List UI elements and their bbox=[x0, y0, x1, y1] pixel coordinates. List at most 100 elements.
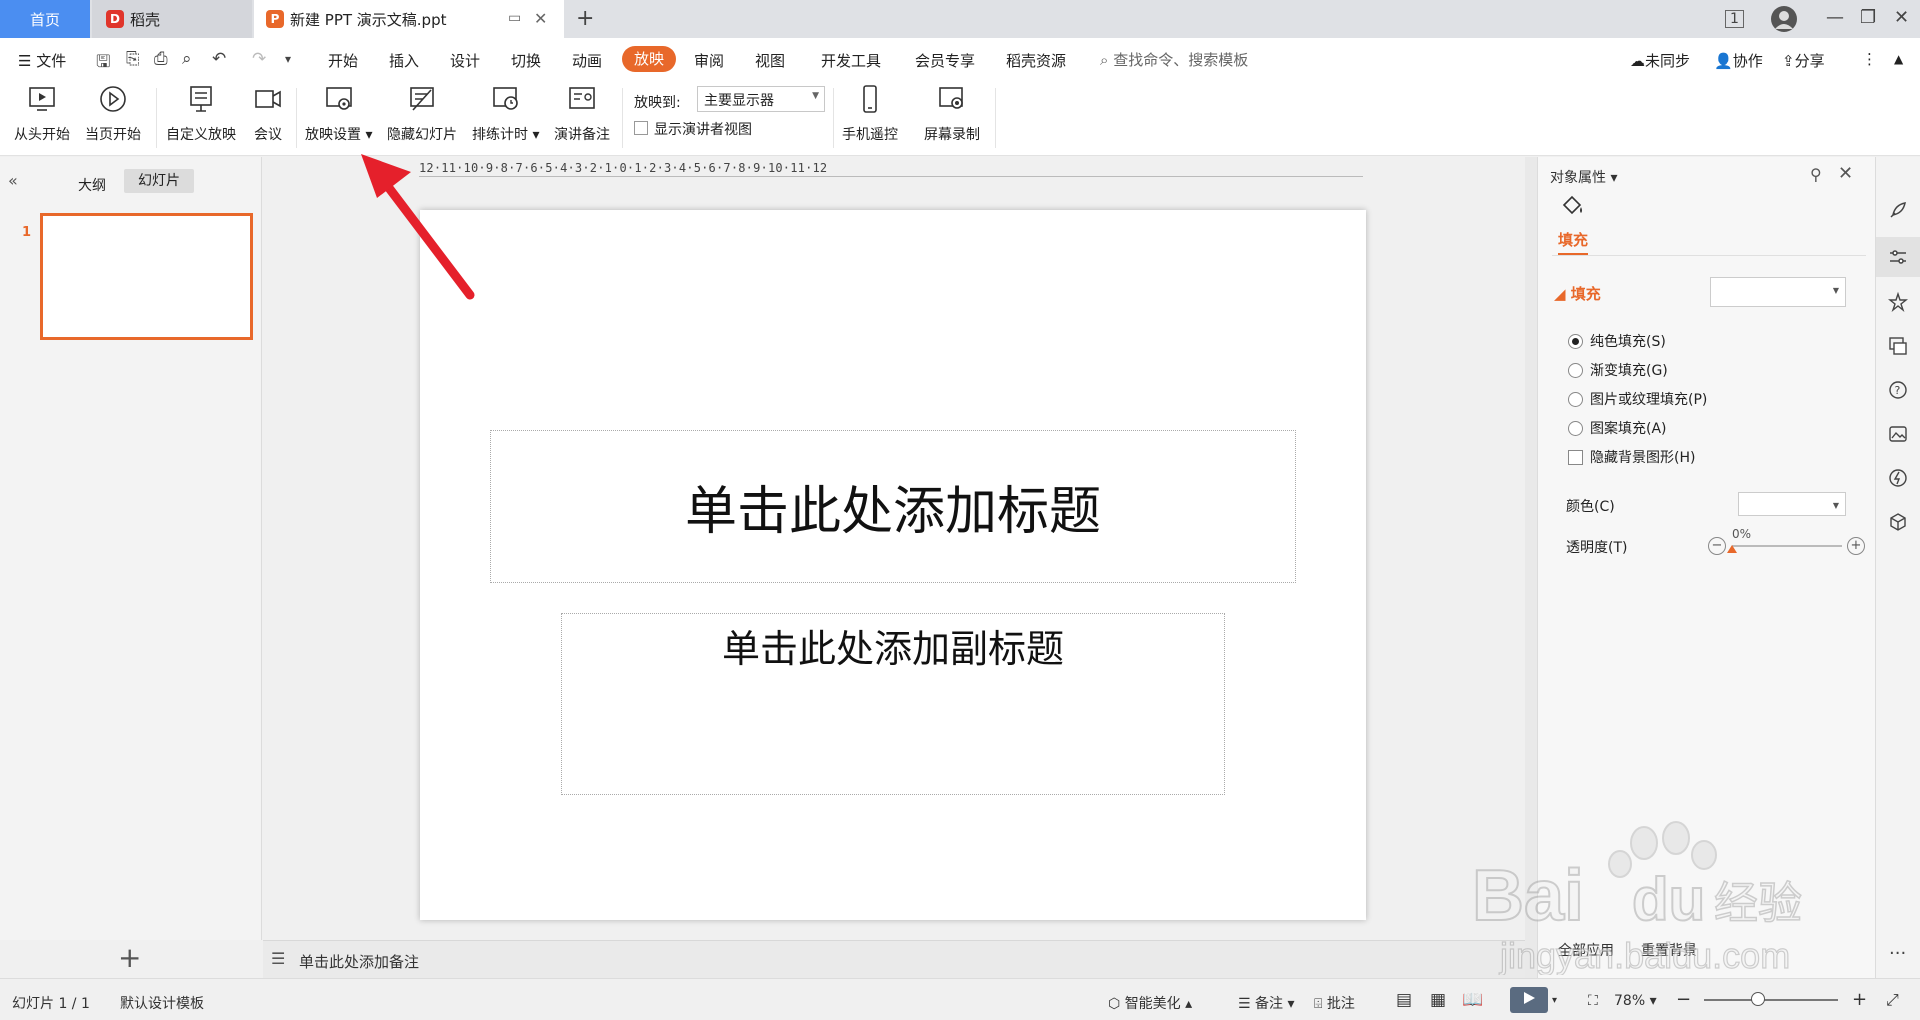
file-menu[interactable]: ☰ 文件 bbox=[18, 50, 66, 71]
speaker-notes-button[interactable]: 演讲备注 bbox=[554, 84, 610, 144]
phone-remote-button[interactable]: 手机遥控 bbox=[842, 84, 898, 144]
zoom-slider[interactable] bbox=[1704, 999, 1838, 1001]
title-placeholder[interactable]: 单击此处添加标题 bbox=[490, 430, 1296, 583]
reading-view-icon[interactable]: 📖 bbox=[1462, 990, 1483, 1010]
menu-review[interactable]: 审阅 bbox=[694, 50, 724, 71]
tab-daoke[interactable]: D 稻壳 bbox=[92, 0, 252, 38]
zoom-out-button[interactable]: − bbox=[1676, 989, 1691, 1010]
template-name[interactable]: 默认设计模板 bbox=[120, 993, 204, 1013]
menu-insert[interactable]: 插入 bbox=[389, 50, 419, 71]
zoom-slider-thumb[interactable] bbox=[1750, 992, 1765, 1006]
menu-daoke-resources[interactable]: 稻壳资源 bbox=[1006, 50, 1066, 71]
properties-title[interactable]: 对象属性 ▾ bbox=[1550, 167, 1617, 187]
star-icon[interactable] bbox=[1885, 289, 1911, 315]
more-menu-icon[interactable]: ⋮ bbox=[1862, 50, 1877, 68]
minimize-icon[interactable]: — bbox=[1826, 7, 1844, 28]
avatar[interactable] bbox=[1770, 5, 1798, 38]
fill-select[interactable]: ▼ bbox=[1710, 277, 1846, 307]
help-icon[interactable]: ? bbox=[1885, 377, 1911, 403]
show-to-select[interactable]: 主要显示器 ▼ bbox=[697, 86, 825, 112]
customize-chevron-icon[interactable]: ▾ bbox=[285, 52, 291, 66]
hide-bg-graphics-checkbox[interactable]: 隐藏背景图形(H) bbox=[1568, 447, 1695, 467]
slides-transition-icon[interactable] bbox=[1885, 333, 1911, 359]
save-icon[interactable]: 🖫 bbox=[96, 49, 110, 78]
collab-button[interactable]: 👤协作 bbox=[1714, 50, 1763, 71]
subtitle-placeholder[interactable]: 单击此处添加副标题 bbox=[561, 613, 1225, 795]
hide-slide-button[interactable]: 隐藏幻灯片 bbox=[387, 84, 457, 144]
image-edit-icon[interactable] bbox=[1885, 421, 1911, 447]
notes-pane[interactable]: ☰ 单击此处添加备注 bbox=[263, 940, 1525, 978]
comments-button[interactable]: ⌹ 批注 bbox=[1314, 993, 1355, 1013]
command-search[interactable]: ⌕ 查找命令、搜索模板 bbox=[1100, 49, 1248, 70]
menu-developer[interactable]: 开发工具 bbox=[821, 50, 881, 71]
screen-icon[interactable]: ▭ bbox=[508, 10, 521, 26]
notes-toggle-button[interactable]: ☰ 备注 ▾ bbox=[1238, 993, 1295, 1013]
from-start-button[interactable]: 从头开始 bbox=[14, 84, 70, 144]
collapse-panel-icon[interactable]: « bbox=[8, 171, 18, 190]
lightning-icon[interactable] bbox=[1885, 465, 1911, 491]
radio-solid-fill[interactable]: 纯色填充(S) bbox=[1568, 331, 1666, 351]
new-tab-button[interactable]: + bbox=[576, 6, 594, 31]
transparency-slider[interactable] bbox=[1732, 545, 1842, 547]
share-button[interactable]: ⇪分享 bbox=[1782, 50, 1825, 71]
menu-start[interactable]: 开始 bbox=[328, 50, 358, 71]
fill-tab[interactable]: 填充 bbox=[1558, 229, 1589, 255]
slide-thumbnail[interactable] bbox=[40, 213, 253, 340]
menu-member[interactable]: 会员专享 bbox=[915, 50, 975, 71]
menu-transition[interactable]: 切换 bbox=[511, 50, 541, 71]
export-icon[interactable]: ⎘ bbox=[126, 49, 140, 69]
redo-icon[interactable]: ↷ bbox=[252, 49, 266, 69]
play-options-chevron-icon[interactable]: ▾ bbox=[1552, 995, 1557, 1006]
slide-canvas[interactable]: 单击此处添加标题 单击此处添加副标题 bbox=[420, 210, 1366, 920]
cube-icon[interactable] bbox=[1885, 509, 1911, 535]
radio-pattern-fill[interactable]: 图案填充(A) bbox=[1568, 418, 1667, 438]
add-slide-button[interactable]: + bbox=[118, 941, 141, 974]
grid-view-icon[interactable]: ▦ bbox=[1430, 990, 1446, 1010]
rocket-icon[interactable] bbox=[1885, 197, 1911, 223]
show-settings-button[interactable]: 放映设置 ▾ bbox=[305, 84, 372, 144]
tab-slides[interactable]: 幻灯片 bbox=[124, 169, 194, 193]
sync-status[interactable]: ☁未同步 bbox=[1630, 50, 1690, 71]
properties-sliders-icon[interactable] bbox=[1885, 244, 1911, 270]
fill-section-header[interactable]: ◢ 填充 bbox=[1554, 283, 1601, 304]
transparency-increase-button[interactable]: + bbox=[1847, 537, 1865, 555]
play-slideshow-button[interactable] bbox=[1510, 987, 1548, 1013]
restore-icon[interactable]: ❐ bbox=[1860, 7, 1876, 28]
zoom-in-button[interactable]: + bbox=[1852, 989, 1867, 1010]
close-tab-icon[interactable]: ✕ bbox=[534, 9, 547, 28]
collapse-ribbon-icon[interactable]: ▲ bbox=[1894, 52, 1903, 66]
tab-home[interactable]: 首页 bbox=[0, 0, 90, 38]
print-icon[interactable]: ⎙ bbox=[154, 49, 168, 69]
radio-picture-fill[interactable]: 图片或纹理填充(P) bbox=[1568, 389, 1707, 409]
tab-document[interactable]: P 新建 PPT 演示文稿.ppt ▭ ✕ bbox=[254, 0, 564, 38]
radio-gradient-fill[interactable]: 渐变填充(G) bbox=[1568, 360, 1668, 380]
menu-animation[interactable]: 动画 bbox=[572, 50, 602, 71]
menu-view[interactable]: 视图 bbox=[755, 50, 785, 71]
undo-icon[interactable]: ↶ bbox=[212, 49, 226, 69]
zoom-level[interactable]: 78% ▾ bbox=[1614, 993, 1657, 1009]
rehearse-timing-button[interactable]: 排练计时 ▾ bbox=[472, 84, 539, 144]
close-panel-icon[interactable]: ✕ bbox=[1838, 163, 1853, 184]
print-preview-icon[interactable]: ⌕ bbox=[182, 49, 192, 69]
transparency-decrease-button[interactable]: − bbox=[1708, 537, 1726, 555]
meeting-button[interactable]: 会议 bbox=[253, 84, 283, 144]
from-current-button[interactable]: 当页开始 bbox=[85, 84, 141, 144]
menu-slideshow[interactable]: 放映 bbox=[622, 46, 676, 72]
normal-view-icon[interactable]: ▤ bbox=[1396, 990, 1412, 1010]
window-layout-icon[interactable]: 1 bbox=[1725, 10, 1744, 28]
color-select[interactable]: ▼ bbox=[1738, 492, 1846, 516]
play-circle-icon bbox=[98, 84, 128, 114]
close-window-icon[interactable]: ✕ bbox=[1894, 7, 1909, 28]
transparency-slider-thumb[interactable] bbox=[1727, 545, 1737, 553]
tab-outline[interactable]: 大纲 bbox=[78, 175, 106, 195]
presenter-view-checkbox[interactable] bbox=[634, 121, 648, 135]
fullscreen-icon[interactable]: ⤢ bbox=[1886, 990, 1899, 1010]
checkbox bbox=[1568, 449, 1583, 465]
custom-show-button[interactable]: 自定义放映 bbox=[166, 84, 236, 144]
more-icon[interactable]: ··· bbox=[1889, 943, 1906, 964]
menu-design[interactable]: 设计 bbox=[450, 50, 480, 71]
pin-icon[interactable]: ⚲ bbox=[1810, 165, 1822, 184]
screen-record-button[interactable]: 屏幕录制 bbox=[924, 84, 980, 144]
fit-window-icon[interactable]: ⛶ bbox=[1588, 993, 1598, 1009]
smart-beautify-button[interactable]: ⬡ 智能美化 ▴ bbox=[1108, 993, 1192, 1013]
